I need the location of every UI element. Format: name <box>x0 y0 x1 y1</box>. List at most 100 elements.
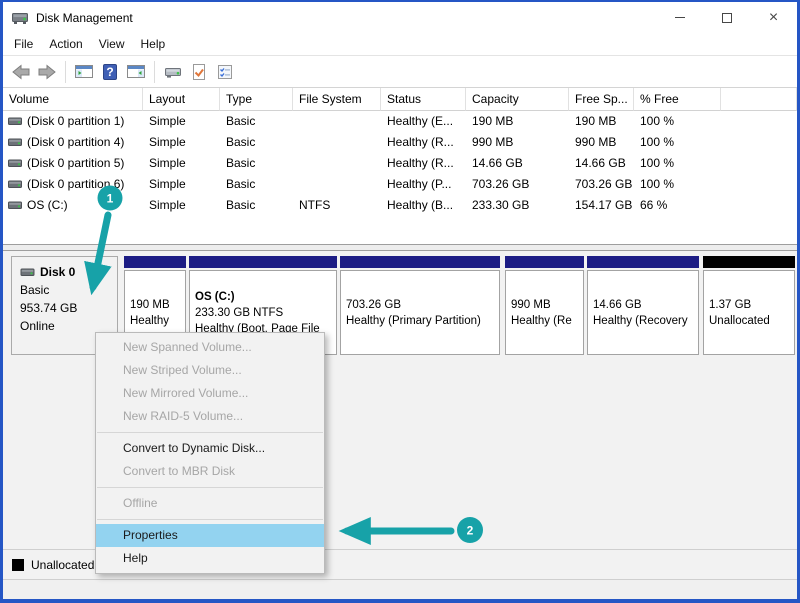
table-cell[interactable]: 100 % <box>634 132 721 153</box>
close-button[interactable]: × <box>750 2 797 33</box>
menu-view[interactable]: View <box>91 34 133 54</box>
table-cell[interactable]: 190 MB <box>569 111 634 132</box>
table-cell[interactable]: 154.17 GB <box>569 195 634 216</box>
table-cell[interactable]: Basic <box>220 111 293 132</box>
disk-capacity: 953.74 GB <box>20 299 117 317</box>
menu-separator <box>97 432 323 433</box>
table-cell[interactable] <box>293 132 381 153</box>
panel-splitter[interactable] <box>3 244 797 251</box>
table-row-volume[interactable]: (Disk 0 partition 4) <box>3 132 143 153</box>
partition-block-4[interactable]: 990 MB Healthy (Re <box>505 256 584 355</box>
partition-status: Healthy (Recovery <box>593 313 693 329</box>
minimize-button[interactable] <box>656 2 703 33</box>
table-cell[interactable] <box>293 174 381 195</box>
menu-action[interactable]: Action <box>41 34 90 54</box>
unallocated-color-bar <box>703 256 795 268</box>
table-cell[interactable]: 14.66 GB <box>466 153 569 174</box>
table-cell[interactable]: Healthy (E... <box>381 111 466 132</box>
show-action-pane-button[interactable] <box>123 59 149 85</box>
table-cell[interactable] <box>293 153 381 174</box>
partition-color-bar <box>587 256 699 268</box>
table-cell[interactable]: 190 MB <box>466 111 569 132</box>
table-cell[interactable]: Simple <box>143 111 220 132</box>
table-cell[interactable]: Healthy (B... <box>381 195 466 216</box>
menu-separator <box>97 487 323 488</box>
table-cell[interactable] <box>293 111 381 132</box>
table-cell[interactable]: Basic <box>220 174 293 195</box>
check-document-button[interactable] <box>186 59 212 85</box>
partition-block-unallocated[interactable]: 1.37 GB Unallocated <box>703 256 795 355</box>
table-cell[interactable]: Basic <box>220 132 293 153</box>
menu-file[interactable]: File <box>6 34 41 54</box>
back-button[interactable] <box>8 59 34 85</box>
table-cell[interactable]: 233.30 GB <box>466 195 569 216</box>
column-header-status[interactable]: Status <box>381 88 466 111</box>
disk-device-button[interactable] <box>160 59 186 85</box>
table-cell[interactable]: 703.26 GB <box>569 174 634 195</box>
partition-block-3[interactable]: 703.26 GB Healthy (Primary Partition) <box>340 256 500 355</box>
partition-block-5[interactable]: 14.66 GB Healthy (Recovery <box>587 256 699 355</box>
volume-icon <box>8 179 22 190</box>
table-cell[interactable]: Basic <box>220 153 293 174</box>
partition-status: Unallocated <box>709 313 789 329</box>
column-header-type[interactable]: Type <box>220 88 293 111</box>
table-cell[interactable]: 990 MB <box>569 132 634 153</box>
table-row-volume[interactable]: (Disk 0 partition 5) <box>3 153 143 174</box>
table-cell[interactable]: 990 MB <box>466 132 569 153</box>
table-row-volume[interactable]: (Disk 0 partition 1) <box>3 111 143 132</box>
table-cell[interactable]: 703.26 GB <box>466 174 569 195</box>
table-cell[interactable]: Healthy (R... <box>381 132 466 153</box>
window-title: Disk Management <box>36 11 133 25</box>
table-cell[interactable]: Basic <box>220 195 293 216</box>
partition-size: 990 MB <box>511 297 578 313</box>
status-bar <box>3 579 797 599</box>
table-row-volume[interactable]: (Disk 0 partition 6) <box>3 174 143 195</box>
menu-item-properties[interactable]: Properties <box>96 524 324 547</box>
disk-management-window: Disk Management × File Action View Help <box>0 0 800 603</box>
menu-item-help[interactable]: Help <box>96 547 324 570</box>
table-cell[interactable]: Simple <box>143 174 220 195</box>
table-cell[interactable]: 66 % <box>634 195 721 216</box>
forward-button[interactable] <box>34 59 60 85</box>
column-header-volume[interactable]: Volume <box>3 88 143 111</box>
svg-text:?: ? <box>106 65 113 79</box>
help-button[interactable]: ? <box>97 59 123 85</box>
app-icon <box>12 11 29 25</box>
table-cell[interactable]: 14.66 GB <box>569 153 634 174</box>
column-header-file-system[interactable]: File System <box>293 88 381 111</box>
checklist-button[interactable] <box>212 59 238 85</box>
table-cell[interactable]: Simple <box>143 153 220 174</box>
legend-label: Unallocated <box>31 558 94 572</box>
partition-status: Healthy (Re <box>511 313 578 329</box>
table-row-volume[interactable]: OS (C:) <box>3 195 143 216</box>
disk-kind: Basic <box>20 281 117 299</box>
check-document-icon <box>190 63 208 81</box>
column-header-free-space[interactable]: Free Sp... <box>569 88 634 111</box>
table-cell[interactable]: 100 % <box>634 174 721 195</box>
partition-size: 233.30 GB NTFS <box>195 305 331 321</box>
column-header-empty <box>721 88 797 111</box>
volume-icon <box>8 158 22 169</box>
table-cell[interactable]: Healthy (R... <box>381 153 466 174</box>
menu-item-convert-to-dynamic-disk[interactable]: Convert to Dynamic Disk... <box>96 437 324 460</box>
table-cell[interactable]: Simple <box>143 132 220 153</box>
maximize-button[interactable] <box>703 2 750 33</box>
table-cell[interactable]: NTFS <box>293 195 381 216</box>
console-tree-icon <box>74 63 94 80</box>
table-cell[interactable]: Healthy (P... <box>381 174 466 195</box>
show-console-tree-button[interactable] <box>71 59 97 85</box>
menu-help[interactable]: Help <box>133 34 174 54</box>
table-cell[interactable]: Simple <box>143 195 220 216</box>
volume-icon <box>8 116 22 127</box>
table-cell[interactable]: 100 % <box>634 111 721 132</box>
disk-context-menu: New Spanned Volume... New Striped Volume… <box>95 332 325 574</box>
minimize-icon <box>675 17 685 18</box>
column-header-capacity[interactable]: Capacity <box>466 88 569 111</box>
partition-color-bar <box>124 256 186 268</box>
table-cell[interactable]: 100 % <box>634 153 721 174</box>
table-cell-empty <box>721 153 797 174</box>
table-cell-empty <box>721 195 797 216</box>
column-header-percent-free[interactable]: % Free <box>634 88 721 111</box>
volume-icon <box>8 137 22 148</box>
column-header-layout[interactable]: Layout <box>143 88 220 111</box>
